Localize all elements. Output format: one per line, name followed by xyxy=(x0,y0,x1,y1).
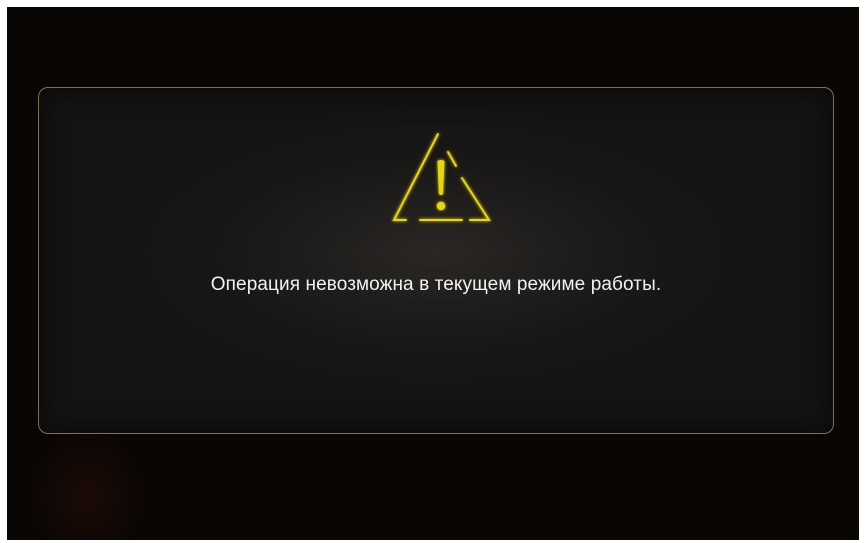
error-dialog[interactable]: Операция невозможна в текущем режиме раб… xyxy=(38,87,834,434)
error-message: Операция невозможна в текущем режиме раб… xyxy=(210,274,662,295)
screen: Операция невозможна в текущем режиме раб… xyxy=(7,7,859,540)
background-glow xyxy=(27,427,147,540)
warning-icon xyxy=(392,133,491,221)
